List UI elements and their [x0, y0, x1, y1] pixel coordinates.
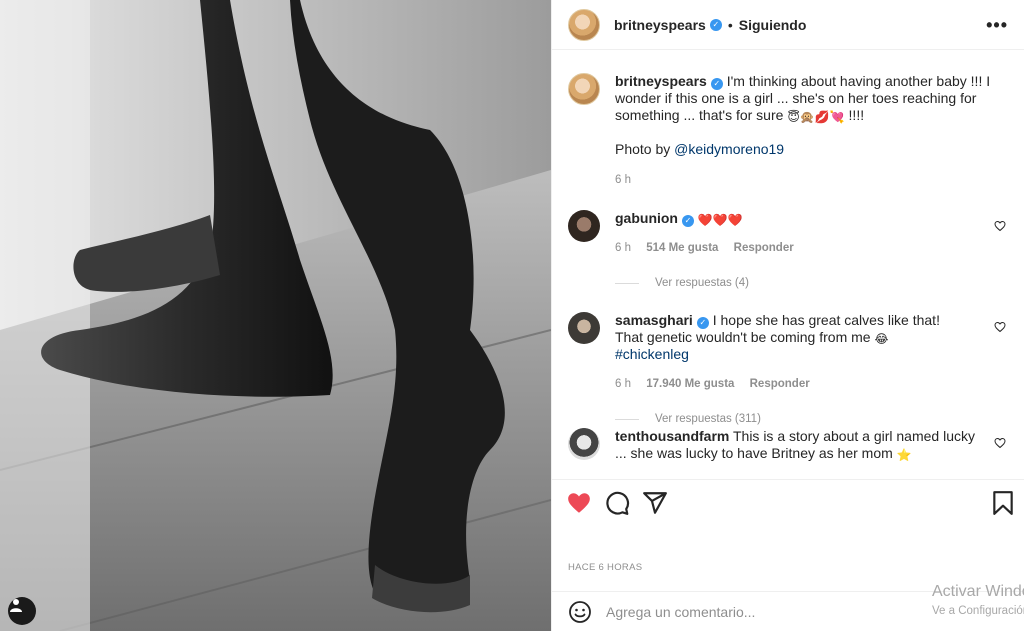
verified-badge-icon: ✓: [710, 78, 723, 90]
bookmark-icon[interactable]: [990, 490, 1016, 516]
comment-item: gabunion ✓ ❤️❤️❤️ 6 h 514 Me gusta Respon…: [568, 210, 1006, 289]
comment-time[interactable]: 6 h: [615, 378, 631, 390]
verified-badge-icon: ✓: [696, 317, 709, 329]
share-icon[interactable]: [642, 490, 668, 516]
caption-username[interactable]: britneyspears: [615, 73, 707, 89]
hashtag-link[interactable]: #chickenleg: [615, 346, 689, 362]
caption-emojis: 😇🙊💋💘: [787, 110, 845, 124]
comments-section[interactable]: britneyspears ✓ I'm thinking about having…: [552, 51, 1024, 479]
more-options-icon[interactable]: •••: [986, 15, 1008, 36]
post-actions-bar: [552, 479, 1024, 527]
comment-avatar[interactable]: [568, 312, 600, 344]
comment-username[interactable]: gabunion: [615, 210, 678, 226]
post-timestamp[interactable]: HACE 6 HORAS: [568, 562, 642, 573]
photo-credit-link[interactable]: @keidymoreno19: [674, 141, 784, 157]
like-heart-icon[interactable]: [566, 490, 592, 516]
verified-badge-icon: ✓: [709, 18, 722, 31]
caption: britneyspears ✓ I'm thinking about having…: [568, 73, 998, 189]
comment-item: samasghari ✓ I hope she has great calves …: [568, 312, 1006, 425]
replies-divider: [615, 282, 639, 284]
like-comment-heart-icon[interactable]: [994, 437, 1006, 449]
post-photo[interactable]: [0, 0, 551, 631]
comment-item: tenthousandfarm This is a story about a …: [568, 428, 1006, 462]
view-replies-label[interactable]: Ver respuestas (4): [655, 277, 749, 289]
author-username[interactable]: britneyspears: [614, 17, 706, 33]
reply-button[interactable]: Responder: [734, 242, 794, 254]
comment-username[interactable]: samasghari: [615, 312, 693, 328]
post-side-panel: britneyspears ✓ • Siguiendo ••• britneys…: [551, 0, 1024, 631]
reply-button[interactable]: Responder: [750, 378, 810, 390]
comment-emoji: ⭐: [896, 448, 912, 462]
verified-badge-icon: ✓: [682, 215, 694, 227]
comment-avatar[interactable]: [568, 428, 600, 460]
comment-avatar[interactable]: [568, 210, 600, 242]
comment-time[interactable]: 6 h: [615, 242, 631, 254]
watermark-subtitle: Ve a Configuración: [932, 605, 1024, 617]
user-icon: [10, 599, 22, 612]
comment-likes[interactable]: 17.940 Me gusta: [646, 378, 734, 390]
add-comment-input[interactable]: [606, 603, 906, 620]
separator-dot: •: [727, 16, 733, 33]
comment-emoji: 😂: [874, 332, 889, 346]
author-avatar[interactable]: [568, 8, 600, 41]
caption-time[interactable]: 6 h: [615, 174, 631, 186]
caption-avatar[interactable]: [568, 73, 600, 105]
like-comment-heart-icon[interactable]: [994, 220, 1006, 232]
follow-status-button[interactable]: Siguiendo: [739, 17, 807, 33]
comment-username[interactable]: tenthousandfarm: [615, 428, 729, 444]
photo-illustration: [0, 0, 551, 631]
caption-suffix: !!!!: [848, 107, 865, 123]
replies-divider: [615, 418, 639, 420]
emoji-smiley-icon[interactable]: [568, 600, 592, 624]
comment-icon[interactable]: [604, 490, 630, 516]
comment-likes[interactable]: 514 Me gusta: [646, 242, 718, 254]
like-comment-heart-icon[interactable]: [994, 321, 1006, 333]
photo-credit-label: Photo by: [615, 141, 671, 157]
view-replies-button[interactable]: Ver respuestas (311): [615, 413, 998, 425]
view-replies-button[interactable]: Ver respuestas (4): [615, 277, 998, 289]
watermark-title: Activar Windows: [932, 583, 1024, 600]
view-replies-label[interactable]: Ver respuestas (311): [655, 413, 761, 425]
windows-activation-watermark: Activar Windows Ve a Configuración: [932, 583, 1024, 617]
post-header: britneyspears ✓ • Siguiendo •••: [552, 0, 1024, 50]
comment-text: ❤️❤️❤️: [697, 213, 743, 227]
tagged-user-icon[interactable]: [8, 597, 36, 625]
